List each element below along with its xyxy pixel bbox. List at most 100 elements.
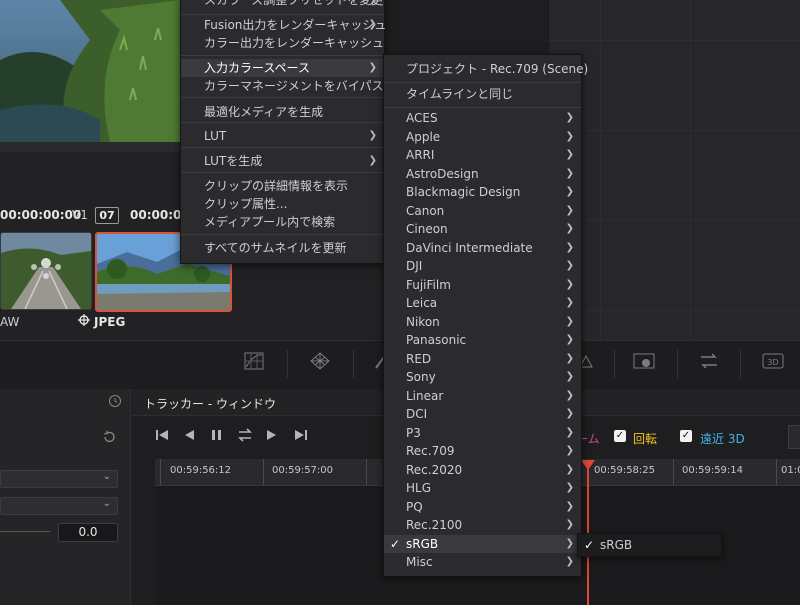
check-icon: ✓ xyxy=(390,536,401,551)
chevron-right-icon: ❯ xyxy=(565,130,574,142)
chevron-right-icon: ❯ xyxy=(565,537,574,549)
tracker-option-box[interactable] xyxy=(788,425,800,449)
dropdown[interactable]: ⌄ xyxy=(0,497,118,515)
chevron-right-icon: ❯ xyxy=(565,149,574,160)
reset-icon[interactable] xyxy=(102,430,118,446)
track-backward-icon[interactable] xyxy=(183,428,195,446)
menu-separator xyxy=(181,122,384,123)
menu-item-lut[interactable]: LUT ❯ xyxy=(181,127,384,145)
clip-label: AW xyxy=(0,315,20,329)
curves-icon[interactable] xyxy=(243,352,265,372)
menu-item-color-space[interactable]: Rec.709 ❯ xyxy=(384,442,581,460)
rotate-checkbox[interactable]: ✓ xyxy=(614,430,626,442)
menu-item-input-color-space[interactable]: 入力カラースペース ❯ xyxy=(181,59,384,77)
menu-item-color-space[interactable]: P3 ❯ xyxy=(384,424,581,442)
chevron-right-icon: ❯ xyxy=(565,371,574,382)
menu-item-color-space[interactable]: HLG ❯ xyxy=(384,479,581,497)
chevron-right-icon: ❯ xyxy=(369,0,377,9)
menu-item-generate-optimized-media[interactable]: 最適化メディアを生成 xyxy=(181,103,384,121)
dropdown[interactable]: ⌄ xyxy=(0,470,118,488)
srgb-submenu: ✓ sRGB xyxy=(577,533,722,557)
menu-item-color-space[interactable]: ACES ❯ xyxy=(384,109,581,127)
menu-item-color-space[interactable]: RED ❯ xyxy=(384,350,581,368)
svg-text:3D: 3D xyxy=(767,358,778,367)
track-forward-icon[interactable] xyxy=(266,428,278,446)
menu-separator xyxy=(181,147,384,148)
menu-item-color-space[interactable]: FujiFilm ❯ xyxy=(384,276,581,294)
ruler-label: 00:59:56:12 xyxy=(170,465,232,476)
menu-item-color-space[interactable]: Leica ❯ xyxy=(384,294,581,312)
menu-separator xyxy=(181,14,384,15)
menu-separator xyxy=(181,55,384,56)
menu-item-find-in-media-pool[interactable]: メディアプール内で検索 xyxy=(181,213,384,231)
chevron-right-icon: ❯ xyxy=(565,463,574,475)
rotate-label: 回転 xyxy=(633,432,658,446)
menu-item-color-space[interactable]: Blackmagic Design ❯ xyxy=(384,183,581,201)
chevron-right-icon: ❯ xyxy=(565,186,574,197)
ruler-tick xyxy=(160,459,161,485)
menu-item-color-space[interactable]: Cineon ❯ xyxy=(384,220,581,238)
input-color-space-submenu: プロジェクト - Rec.709 (Scene) タイムラインと同じ ACES ❯… xyxy=(383,54,588,577)
track-backward-to-start-icon[interactable] xyxy=(155,428,169,446)
menu-item-color-space[interactable]: Panasonic ❯ xyxy=(384,331,581,349)
divider xyxy=(740,350,741,378)
menu-item-color-space[interactable]: DCI ❯ xyxy=(384,405,581,423)
chevron-right-icon: ❯ xyxy=(565,297,574,308)
node-editor-area[interactable] xyxy=(548,0,800,380)
menu-separator xyxy=(181,172,384,173)
menu-item-color-space[interactable]: AstroDesign ❯ xyxy=(384,165,581,183)
color-warper-icon[interactable] xyxy=(309,352,331,372)
playhead-handle[interactable] xyxy=(581,460,595,470)
value-input[interactable]: 0.0 xyxy=(58,523,118,542)
menu-item-project-color-space[interactable]: プロジェクト - Rec.709 (Scene) xyxy=(384,60,588,78)
menu-item-clip-attributes[interactable]: クリップ属性... xyxy=(181,195,384,213)
menu-item-bypass-color-management[interactable]: カラーマネージメントをバイパス xyxy=(181,77,384,95)
menu-item-color-space[interactable]: Apple ❯ xyxy=(384,128,581,146)
menu-item-color-space[interactable]: DaVinci Intermediate ❯ xyxy=(384,239,581,257)
grid-line xyxy=(690,0,691,380)
pause-icon[interactable] xyxy=(211,428,223,446)
menu-item-color-space[interactable]: ✓ sRGB ❯ xyxy=(384,534,581,553)
menu-item-color-space[interactable]: ARRI ❯ xyxy=(384,146,581,164)
chevron-right-icon: ❯ xyxy=(565,445,574,456)
menu-item-color-space[interactable]: Canon ❯ xyxy=(384,202,581,220)
perspective-3d-checkbox[interactable]: ✓ xyxy=(680,430,692,442)
sizing-icon[interactable] xyxy=(698,352,720,372)
ruler-label: 00:59:57:00 xyxy=(272,465,334,476)
divider xyxy=(287,350,288,378)
chevron-right-icon: ❯ xyxy=(565,334,574,345)
clip-context-menu: スカラーズ調整プリセットを変更❯ Fusion出力をレンダーキャッシュ❯ カラー… xyxy=(180,0,386,264)
history-icon[interactable] xyxy=(108,394,124,410)
3d-icon[interactable]: 3D xyxy=(762,352,784,372)
chevron-right-icon: ❯ xyxy=(565,500,574,512)
menu-item-color-space[interactable]: PQ ❯ xyxy=(384,498,581,516)
blur-icon[interactable] xyxy=(633,352,655,372)
ruler-label: 00:59:59:14 xyxy=(682,465,744,476)
menu-separator xyxy=(384,82,581,83)
menu-item-scope-preset[interactable]: スカラーズ調整プリセットを変更❯ xyxy=(181,0,384,9)
menu-item-same-as-timeline[interactable]: タイムラインと同じ xyxy=(384,85,581,103)
menu-item-color-space[interactable]: Linear ❯ xyxy=(384,387,581,405)
chevron-right-icon: ❯ xyxy=(368,155,377,166)
menu-item-fusion-render-cache[interactable]: Fusion出力をレンダーキャッシュ ❯ xyxy=(181,16,386,34)
value-slider[interactable] xyxy=(0,531,50,532)
chevron-right-icon: ❯ xyxy=(565,519,574,530)
viewer-footer xyxy=(0,142,180,152)
menu-item-srgb-option[interactable]: ✓ sRGB xyxy=(578,536,721,554)
chevron-right-icon: ❯ xyxy=(565,426,574,438)
menu-item-color-space[interactable]: Nikon ❯ xyxy=(384,313,581,331)
menu-item-color-space[interactable]: Sony ❯ xyxy=(384,368,581,386)
menu-item-generate-lut[interactable]: LUTを生成 ❯ xyxy=(181,152,384,170)
menu-item-color-space[interactable]: Rec.2100 ❯ xyxy=(384,516,581,534)
track-forward-to-end-icon[interactable] xyxy=(294,428,308,446)
ruler-tick xyxy=(673,459,674,485)
menu-item-color-space[interactable]: DJI ❯ xyxy=(384,257,581,275)
menu-item-show-clip-details[interactable]: クリップの詳細情報を表示 xyxy=(181,177,384,195)
clip-thumbnail[interactable] xyxy=(0,232,92,310)
menu-item-color-space[interactable]: Misc ❯ xyxy=(384,553,581,571)
menu-item-color-space[interactable]: Rec.2020 ❯ xyxy=(384,461,581,479)
chevron-right-icon: ❯ xyxy=(368,130,377,141)
menu-item-color-render-cache[interactable]: カラー出力をレンダーキャッシュ xyxy=(181,34,384,52)
menu-item-refresh-thumbnails[interactable]: すべてのサムネイルを更新 xyxy=(181,239,384,257)
track-both-directions-icon[interactable] xyxy=(237,428,253,446)
